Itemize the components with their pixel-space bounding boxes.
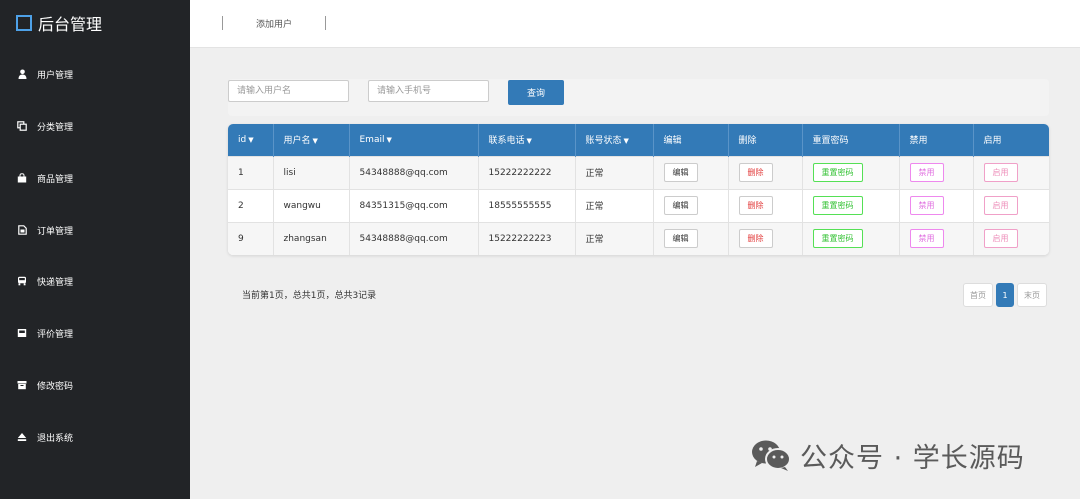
last-page-button[interactable]: 末页 bbox=[1017, 283, 1047, 307]
copy-icon bbox=[17, 121, 27, 131]
cell-email: 54348888@qq.com bbox=[349, 222, 479, 255]
reset-password-button[interactable]: 重置密码 bbox=[812, 196, 863, 215]
search-button[interactable]: 查询 bbox=[508, 80, 564, 105]
page-number-button[interactable]: 1 bbox=[996, 283, 1014, 307]
watermark-text: 公众号 · 学长源码 bbox=[800, 442, 1025, 474]
cell-id: 9 bbox=[228, 222, 274, 255]
cell-phone: 15222222223 bbox=[478, 222, 576, 255]
table-row: 2 wangwu 84351315@qq.com 18555555555 正常 … bbox=[228, 189, 1049, 222]
column-header-disable: 禁用 bbox=[899, 124, 974, 156]
column-header-email[interactable]: Email ▼ bbox=[349, 124, 479, 156]
phone-search-input[interactable] bbox=[368, 80, 489, 102]
enable-button[interactable]: 启用 bbox=[983, 163, 1018, 182]
column-header-id[interactable]: id ▼ bbox=[228, 124, 274, 156]
sidebar-item-products[interactable]: 商品管理 bbox=[0, 166, 190, 190]
cell-status: 正常 bbox=[575, 222, 654, 255]
column-header-edit: 编辑 bbox=[653, 124, 729, 156]
truck-icon bbox=[17, 276, 27, 286]
sidebar-item-label: 分类管理 bbox=[37, 122, 74, 133]
username-search-input[interactable] bbox=[228, 80, 349, 102]
delete-button[interactable]: 删除 bbox=[738, 196, 773, 215]
column-header-enable: 启用 bbox=[983, 136, 1002, 147]
sidebar-item-delivery[interactable]: 快递管理 bbox=[0, 269, 190, 293]
column-header-phone[interactable]: 联系电话 ▼ bbox=[478, 124, 576, 156]
document-icon bbox=[17, 225, 27, 235]
eject-icon bbox=[17, 432, 27, 442]
column-header-reset-password: 重置密码 bbox=[802, 124, 900, 156]
sidebar-item-label: 商品管理 bbox=[37, 174, 74, 185]
column-header-status[interactable]: 账号状态 ▼ bbox=[575, 124, 654, 156]
sidebar-item-label: 退出系统 bbox=[37, 433, 74, 444]
enable-button[interactable]: 启用 bbox=[983, 229, 1018, 249]
edit-button[interactable]: 编辑 bbox=[663, 229, 698, 249]
cell-username: zhangsan bbox=[273, 222, 350, 255]
shopping-bag-icon bbox=[17, 173, 27, 183]
watermark: 公众号 · 学长源码 bbox=[750, 435, 1025, 475]
add-user-link[interactable]: 添加用户 bbox=[256, 17, 292, 30]
archive-icon bbox=[17, 380, 27, 390]
sidebar-item-reviews[interactable]: 评价管理 bbox=[0, 321, 190, 345]
sidebar-item-users[interactable]: 用户管理 bbox=[0, 62, 190, 86]
table-row: 9 zhangsan 54348888@qq.com 15222222223 正… bbox=[228, 222, 1049, 255]
header-divider bbox=[222, 16, 223, 30]
user-icon bbox=[17, 69, 27, 79]
cell-email: 54348888@qq.com bbox=[349, 156, 479, 189]
cell-id: 2 bbox=[228, 189, 274, 222]
table-row: 1 lisi 54348888@qq.com 15222222222 正常 编辑… bbox=[228, 156, 1049, 189]
inbox-icon bbox=[17, 328, 27, 338]
brand-title: 后台管理 bbox=[38, 15, 103, 34]
wechat-logo-icon bbox=[752, 440, 791, 471]
cell-username: lisi bbox=[273, 156, 350, 189]
sidebar-item-label: 评价管理 bbox=[37, 329, 74, 340]
cell-username: wangwu bbox=[273, 189, 350, 222]
delete-button[interactable]: 删除 bbox=[738, 229, 773, 249]
sidebar-item-logout[interactable]: 退出系统 bbox=[0, 425, 190, 449]
sidebar-item-change-password[interactable]: 修改密码 bbox=[0, 373, 190, 397]
edit-button[interactable]: 编辑 bbox=[663, 163, 698, 182]
sort-caret-icon: ▼ bbox=[526, 137, 532, 146]
disable-button[interactable]: 禁用 bbox=[909, 163, 944, 182]
first-page-button[interactable]: 首页 bbox=[963, 283, 993, 307]
sidebar-item-label: 订单管理 bbox=[37, 226, 74, 237]
disable-button[interactable]: 禁用 bbox=[909, 196, 944, 215]
column-header-delete: 删除 bbox=[728, 124, 803, 156]
delete-button[interactable]: 删除 bbox=[738, 163, 773, 182]
sidebar: 后台管理 用户管理 分类管理 商品管理 订单管理 快递管理 评价管理 修改密码 … bbox=[0, 0, 190, 499]
table-header-row: id ▼ 用户名 ▼ Email ▼ 联系电话 ▼ 账号状态 ▼ 编辑 删除 重置密码 禁… bbox=[228, 124, 1049, 156]
enable-button[interactable]: 启用 bbox=[983, 196, 1018, 215]
sidebar-item-label: 快递管理 bbox=[37, 277, 74, 288]
cell-phone: 18555555555 bbox=[478, 189, 576, 222]
sidebar-item-label: 用户管理 bbox=[37, 70, 74, 81]
sort-caret-icon: ▼ bbox=[386, 135, 392, 144]
disable-button[interactable]: 禁用 bbox=[909, 229, 944, 249]
sidebar-item-categories[interactable]: 分类管理 bbox=[0, 114, 190, 138]
sidebar-item-orders[interactable]: 订单管理 bbox=[0, 218, 190, 242]
sort-caret-icon: ▼ bbox=[248, 135, 254, 144]
column-header-username[interactable]: 用户名 ▼ bbox=[273, 124, 350, 156]
cell-id: 1 bbox=[228, 156, 274, 189]
users-table: id ▼ 用户名 ▼ Email ▼ 联系电话 ▼ 账号状态 ▼ 编辑 删除 重置密码 禁… bbox=[228, 124, 1049, 255]
search-panel bbox=[228, 79, 1049, 116]
cell-status: 正常 bbox=[575, 156, 654, 189]
reset-password-button[interactable]: 重置密码 bbox=[812, 229, 863, 249]
brand[interactable]: 后台管理 bbox=[16, 12, 102, 34]
sidebar-item-label: 修改密码 bbox=[37, 381, 74, 392]
sort-caret-icon: ▼ bbox=[312, 137, 318, 146]
sort-caret-icon: ▼ bbox=[623, 137, 629, 146]
reset-password-button[interactable]: 重置密码 bbox=[812, 163, 863, 182]
top-header: 添加用户 bbox=[190, 0, 1080, 48]
pagination-info: 当前第1页，总共1页，总共3记录 bbox=[242, 291, 377, 301]
cell-email: 84351315@qq.com bbox=[349, 189, 479, 222]
edit-button[interactable]: 编辑 bbox=[663, 196, 698, 215]
cell-status: 正常 bbox=[575, 189, 654, 222]
header-divider bbox=[325, 16, 326, 30]
brand-square-icon bbox=[16, 15, 32, 31]
cell-phone: 15222222222 bbox=[478, 156, 576, 189]
